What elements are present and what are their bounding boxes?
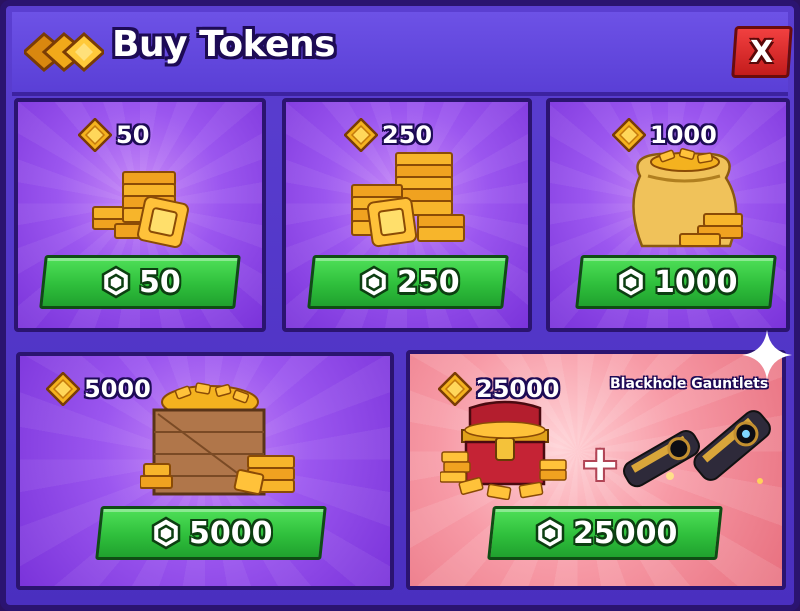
page-title: Buy Tokens — [112, 24, 336, 65]
close-icon: X — [750, 34, 774, 70]
token-icon — [78, 118, 112, 152]
token-amount: 50 — [78, 118, 149, 152]
robux-icon — [359, 265, 388, 299]
robux-icon — [617, 265, 646, 299]
buy-button-1000[interactable]: 1000 — [575, 255, 777, 309]
close-button[interactable]: X — [731, 26, 793, 78]
token-amount-label: 25000 — [476, 375, 560, 403]
buy-button-25000[interactable]: 25000 — [487, 506, 723, 560]
price-label: 5000 — [189, 515, 273, 551]
robux-icon — [152, 516, 181, 550]
buy-button-50[interactable]: 50 — [39, 255, 241, 309]
robux-icon — [535, 516, 565, 550]
token-pile-icon — [351, 152, 465, 248]
treasure-chest-icon — [440, 400, 567, 500]
token-stack-icon — [92, 171, 189, 248]
sparkle-icon — [742, 330, 792, 380]
token-amount-label: 1000 — [650, 121, 717, 149]
token-icon — [46, 372, 80, 406]
token-sack-icon — [632, 148, 743, 248]
buy-button-5000[interactable]: 5000 — [95, 506, 327, 560]
price-label: 1000 — [654, 264, 738, 300]
token-crate-icon — [140, 382, 295, 496]
buy-button-250[interactable]: 250 — [307, 255, 509, 309]
token-amount: 5000 — [46, 372, 151, 406]
price-label: 50 — [139, 264, 181, 300]
robux-icon — [101, 265, 131, 299]
tokens-icon — [24, 31, 104, 73]
price-label: 25000 — [572, 515, 678, 551]
token-amount-label: 50 — [116, 121, 150, 149]
price-label: 250 — [396, 264, 460, 300]
blackhole-gauntlets-icon — [623, 410, 771, 488]
